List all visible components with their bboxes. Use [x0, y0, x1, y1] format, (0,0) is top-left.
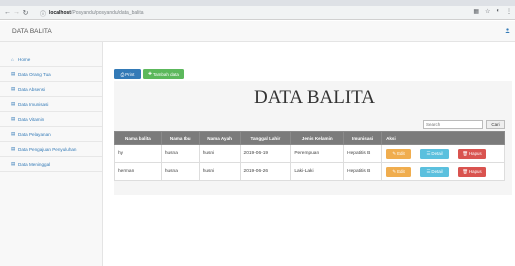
- sidebar-item-label: Data Meninggal: [18, 161, 51, 167]
- url-path: /Posyandu/posyandu/data_balita: [70, 10, 144, 16]
- browser-toolbar: ← → ↻ ⓘ localhost/Posyandu/posyandu/data…: [0, 6, 515, 20]
- tambah-data-button-label: Tambah data: [152, 71, 179, 77]
- col-header-nama-ayah[interactable]: Nama Ayah: [198, 131, 241, 145]
- col-header-nama-ibu[interactable]: Nama Ibu: [160, 131, 200, 145]
- forward-arrow-icon[interactable]: →: [12, 8, 21, 18]
- back-arrow-icon[interactable]: ←: [3, 8, 12, 18]
- cell-nama-ibu: husna: [160, 162, 200, 181]
- search-input[interactable]: [423, 120, 483, 129]
- cell-aksi: ✎ Edit ☰ Detail 🗑 Hapus: [381, 162, 505, 181]
- trash-icon: 🗑: [462, 168, 468, 174]
- tambah-data-button[interactable]: ✚ Tambah data: [143, 69, 184, 79]
- detail-button-label: Detail: [431, 151, 443, 156]
- hapus-button-label: Hapus: [469, 169, 482, 174]
- cell-aksi: ✎ Edit ☰ Detail 🗑 Hapus: [381, 144, 505, 163]
- extension-icon[interactable]: ◐: [496, 8, 500, 15]
- table-icon: ▤: [11, 131, 16, 136]
- sidebar-item-label: Data Orang Tua: [18, 71, 51, 77]
- menu-kebab-icon[interactable]: ⋮: [506, 8, 512, 15]
- cari-button[interactable]: Cari: [486, 120, 505, 129]
- table-icon: ▤: [11, 71, 16, 76]
- cell-nama-balita: herman: [114, 162, 162, 181]
- edit-button[interactable]: ✎ Edit: [386, 148, 412, 159]
- pencil-icon: ✎: [392, 150, 397, 156]
- cell-jenis-kelamin: Laki-Laki: [290, 162, 345, 181]
- table-icon: ▤: [11, 116, 16, 121]
- cell-nama-ayah: husni: [198, 144, 241, 163]
- sidebar-item-data-pelayanan[interactable]: ▤ Data Pelayanan: [0, 127, 102, 142]
- translate-icon[interactable]: ▦: [473, 8, 479, 15]
- hapus-button[interactable]: 🗑 Hapus: [458, 148, 487, 159]
- table-icon: ▤: [11, 146, 16, 151]
- sidebar-item-data-vitamin[interactable]: ▤ Data Vitamin: [0, 112, 102, 127]
- sidebar-item-data-orang-tua[interactable]: ▤ Data Orang Tua: [0, 67, 102, 82]
- print-icon: ⎙: [120, 71, 125, 77]
- hapus-button[interactable]: 🗑 Hapus: [458, 166, 487, 177]
- address-bar[interactable]: ⓘ localhost/Posyandu/posyandu/data_balit…: [40, 8, 450, 18]
- detail-button[interactable]: ☰ Detail: [420, 148, 450, 159]
- trash-icon: 🗑: [462, 150, 468, 156]
- edit-button-label: Edit: [397, 151, 405, 156]
- cell-tanggal-lahir: 2019-06-26: [239, 162, 292, 181]
- table-row: herman husna husni 2019-06-26 Laki-Laki …: [114, 162, 505, 181]
- user-icon[interactable]: [505, 28, 510, 33]
- home-icon: ⌂: [11, 56, 14, 62]
- sidebar-item-label: Data Pengajuan Penyuluhan: [18, 146, 77, 152]
- sidebar: ⌂ Home ▤ Data Orang Tua ▤ Data Absensi ▤…: [0, 42, 103, 266]
- table-icon: ▤: [11, 161, 16, 166]
- cell-imunisasi: Hepatitis B: [343, 162, 383, 181]
- app-brand[interactable]: DATA BALITA: [12, 28, 52, 35]
- col-header-jenis-kelamin[interactable]: Jenis Kelamin: [290, 131, 345, 145]
- bookmark-star-icon[interactable]: ☆: [485, 8, 490, 15]
- sidebar-item-data-pengajuan-penyuluhan[interactable]: ▤ Data Pengajuan Penyuluhan: [0, 142, 102, 157]
- list-icon: ☰: [426, 150, 431, 156]
- list-icon: ☰: [426, 168, 431, 174]
- col-header-imunisasi[interactable]: Imunisasi: [343, 131, 383, 145]
- user-plus-icon: ✚: [148, 71, 152, 76]
- table-header-row: Nama balita Nama Ibu Nama Ayah Tanggal L…: [114, 131, 505, 145]
- edit-button-label: Edit: [397, 169, 405, 174]
- sidebar-item-home[interactable]: ⌂ Home: [0, 52, 102, 67]
- sidebar-item-data-meninggal[interactable]: ▤ Data Meninggal: [0, 157, 102, 172]
- cell-nama-ibu: husna: [160, 144, 200, 163]
- cell-nama-balita: hy: [114, 144, 162, 163]
- url-host: localhost: [49, 10, 71, 16]
- col-header-nama-balita[interactable]: Nama balita: [114, 131, 162, 145]
- print-button[interactable]: ⎙ Print: [114, 69, 141, 79]
- detail-button[interactable]: ☰ Detail: [420, 166, 450, 177]
- hapus-button-label: Hapus: [469, 151, 482, 156]
- reload-icon[interactable]: ↻: [21, 8, 30, 18]
- table-row: hy husna husni 2019-06-19 Perempuan Hepa…: [114, 144, 505, 163]
- cell-imunisasi: Hepatitis B: [343, 144, 383, 163]
- cell-tanggal-lahir: 2019-06-19: [239, 144, 292, 163]
- page-title: DATA BALITA: [254, 87, 375, 108]
- balita-table: Nama balita Nama Ibu Nama Ayah Tanggal L…: [114, 131, 505, 181]
- sidebar-item-label: Home: [18, 56, 31, 62]
- cell-nama-ayah: husni: [198, 162, 241, 181]
- detail-button-label: Detail: [431, 169, 443, 174]
- pencil-icon: ✎: [392, 168, 397, 174]
- sidebar-item-label: Data Vitamin: [18, 116, 45, 122]
- cell-jenis-kelamin: Perempuan: [290, 144, 345, 163]
- edit-button[interactable]: ✎ Edit: [386, 166, 412, 177]
- print-button-label: Print: [125, 71, 135, 77]
- sidebar-item-label: Data Pelayanan: [18, 131, 51, 137]
- col-header-aksi: Aksi: [381, 131, 505, 145]
- app-navbar: DATA BALITA: [0, 21, 515, 42]
- info-icon[interactable]: ⓘ: [40, 9, 46, 18]
- col-header-tanggal-lahir[interactable]: Tanggal Lahir: [239, 131, 292, 145]
